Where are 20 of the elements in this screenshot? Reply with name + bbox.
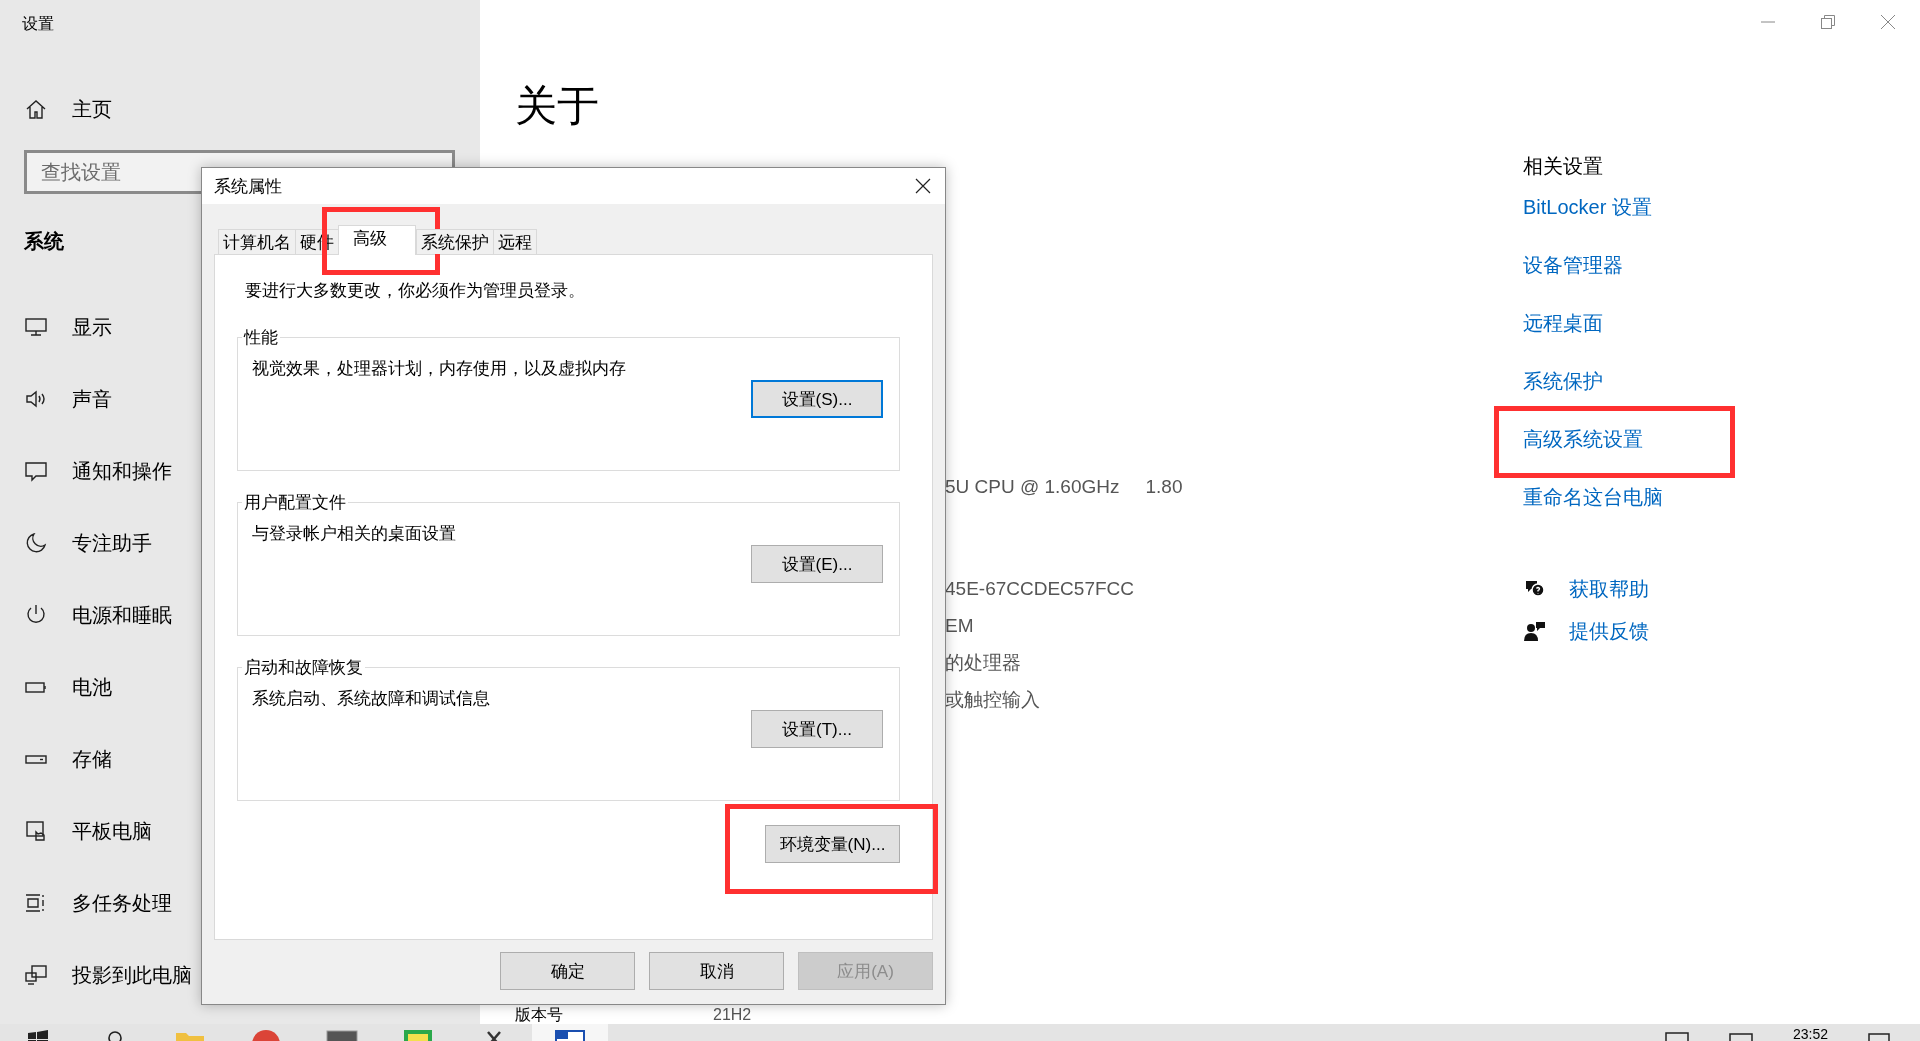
section-heading: 系统: [24, 229, 64, 254]
group-title: 用户配置文件: [243, 492, 347, 514]
spec-label: 版本号: [515, 1006, 563, 1024]
group-title: 性能: [242, 327, 279, 349]
spec-value: 的处理器: [945, 650, 1021, 675]
window-title: 设置: [21, 14, 55, 34]
spec-value: 或触控输入: [945, 687, 1040, 712]
spec-value: 21H2: [713, 1006, 752, 1024]
dialog-title: 系统属性: [214, 175, 282, 198]
spec-value: 1.80: [1145, 475, 1183, 498]
spec-value: EM: [945, 614, 974, 637]
spec-value: 45E-67CCDEC57FCC: [945, 577, 1134, 600]
group-description: 系统启动、系统故障和调试信息: [252, 688, 491, 710]
group-description: 视觉效果，处理器计划，内存使用，以及虚拟内存: [252, 358, 627, 380]
section-heading: 相关设置: [1522, 154, 1604, 179]
spec-value: 5U CPU @ 1.60GHz: [945, 475, 1120, 498]
notice-text: 要进行大多数更改，你必须作为管理员登录。: [245, 280, 586, 302]
page-title: 关于: [515, 81, 600, 131]
group-description: 与登录帐户相关的桌面设置: [252, 523, 457, 545]
group-title: 启动和故障恢复: [243, 657, 364, 679]
